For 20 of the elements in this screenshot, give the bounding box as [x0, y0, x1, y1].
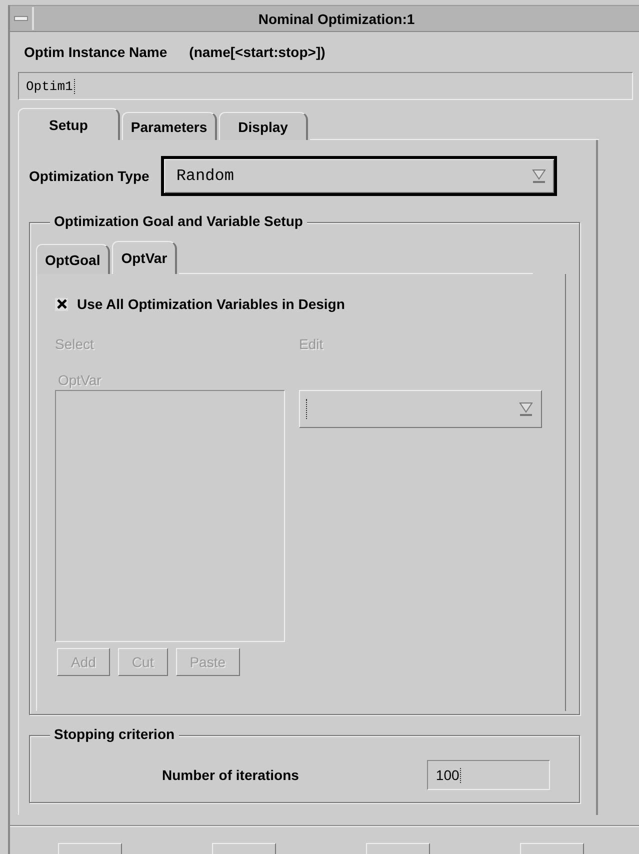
optimization-type-label: Optimization Type [29, 168, 150, 184]
edit-combo-box[interactable] [299, 390, 542, 428]
checkbox[interactable] [55, 298, 68, 310]
window-title: Nominal Optimization:1 [257, 10, 416, 26]
tab[interactable]: Setup [18, 108, 120, 140]
instance-name-hint: (name[<start:stop>]) [189, 44, 326, 60]
checkbox-label: Use All Optimization Variables in Design [77, 296, 345, 312]
iterations-field[interactable]: 100 [426, 760, 550, 790]
dropdown-arrow-icon [532, 168, 546, 184]
variable-list[interactable] [55, 390, 285, 642]
optimization-type-dropdown[interactable]: Random [161, 156, 558, 196]
tab[interactable]: OptVar [112, 241, 178, 274]
instance-name-label: Optim Instance Name [24, 44, 168, 60]
tab[interactable]: Parameters [122, 112, 218, 140]
group-title: Stopping criterion [50, 726, 179, 742]
instance-name-field[interactable]: Optim1 [18, 72, 633, 100]
tab[interactable]: Display [219, 112, 308, 140]
tab[interactable]: OptGoal [36, 244, 110, 274]
group-title: Optimization Goal and Variable Setup [50, 213, 307, 229]
iterations-label: Number of iterations [162, 767, 299, 783]
